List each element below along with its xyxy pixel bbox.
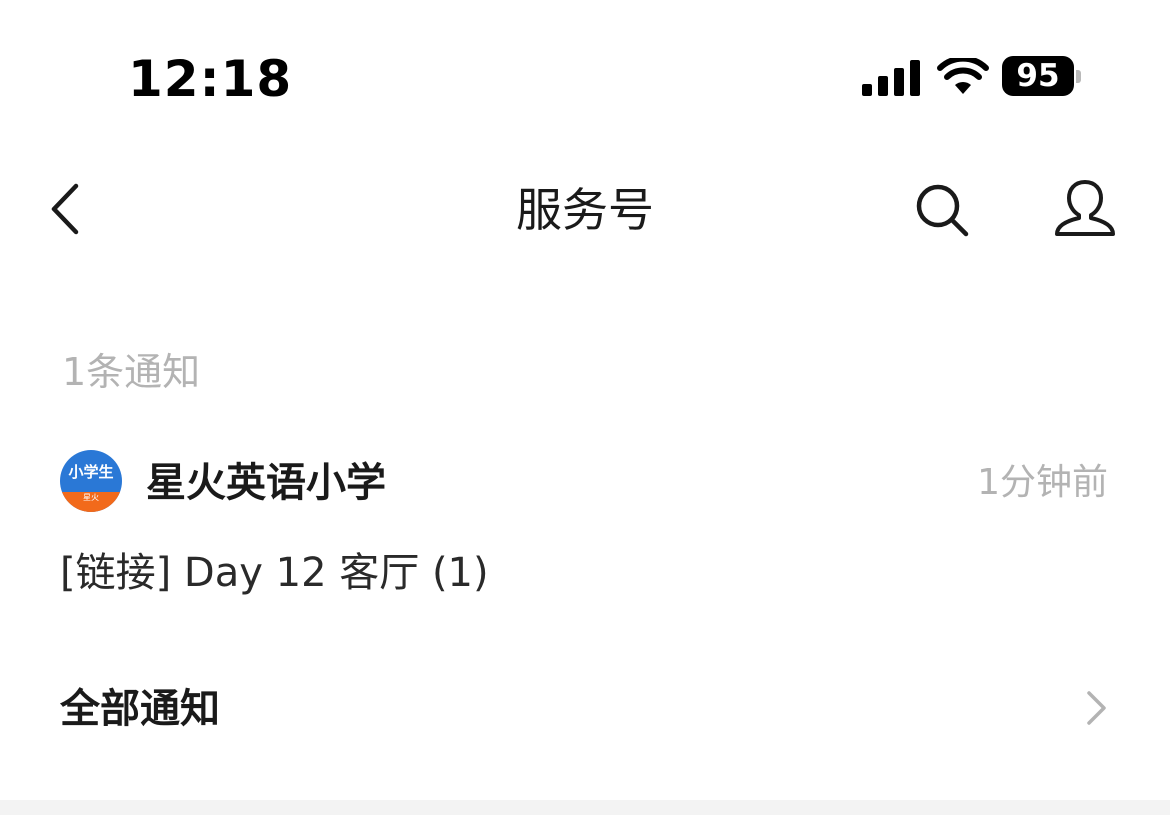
avatar-band: 星火: [60, 492, 122, 512]
person-icon: [1055, 180, 1115, 236]
battery-icon: 95: [1002, 56, 1074, 96]
all-notifications-label: 全部通知: [60, 686, 220, 732]
profile-button[interactable]: [1052, 178, 1118, 240]
page-title: 服务号: [516, 183, 654, 237]
wifi-icon: [937, 58, 989, 94]
screen: 12:18 95 服务号 1条通知 小学生 星火 星火英语小学 1分钟前 [链接…: [0, 0, 1170, 815]
avatar[interactable]: 小学生 星火: [60, 450, 122, 512]
status-time: 12:18: [128, 50, 293, 108]
battery-level: 95: [1016, 58, 1060, 94]
search-icon: [916, 184, 969, 237]
section-label: 1条通知: [62, 350, 201, 394]
sender-name[interactable]: 星火英语小学: [146, 456, 386, 510]
avatar-subtext: 星火: [83, 493, 99, 502]
all-notifications-row[interactable]: 全部通知: [0, 660, 1170, 760]
signal-icon: [862, 60, 920, 96]
search-button[interactable]: [912, 180, 972, 240]
bottom-divider: [0, 800, 1170, 815]
battery-tip: [1076, 70, 1081, 83]
avatar-text: 小学生: [68, 463, 114, 481]
message-preview[interactable]: [链接] Day 12 客厅 (1): [60, 546, 489, 600]
chevron-right-icon: [1087, 691, 1106, 725]
timestamp: 1分钟前: [977, 462, 1108, 503]
